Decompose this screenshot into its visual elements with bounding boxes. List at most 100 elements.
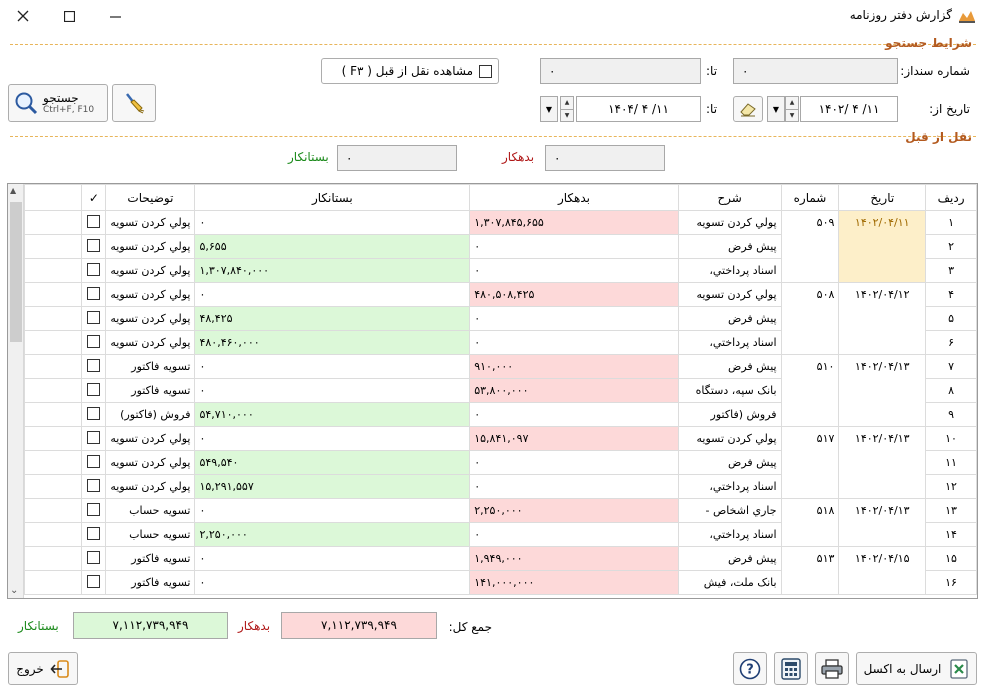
- check-cell[interactable]: [81, 402, 107, 427]
- check-cell[interactable]: [81, 210, 107, 235]
- row-checkbox[interactable]: [87, 262, 101, 276]
- print-button[interactable]: [815, 652, 849, 685]
- row-checkbox[interactable]: [87, 406, 101, 420]
- empty-cell: [23, 378, 83, 403]
- check-cell[interactable]: [81, 522, 107, 547]
- chevron-down-icon[interactable]: ▼: [561, 108, 573, 122]
- row-number-cell: ۱۴: [925, 522, 977, 547]
- chevron-down-icon[interactable]: ▼: [786, 108, 798, 122]
- scrollbar-thumb[interactable]: [10, 202, 22, 342]
- empty-cell: [23, 258, 83, 283]
- row-checkbox[interactable]: [87, 310, 101, 324]
- row-checkbox[interactable]: [87, 334, 101, 348]
- grid-scrollbar[interactable]: ▲ ⌄: [8, 184, 24, 598]
- table-row[interactable]: تسويه فاكتور ۰ ۱,۹۴۹,۰۰۰ پيش فرض ۵۱۳ ۱۴۰۲/۰۴/…: [23, 546, 977, 595]
- check-cell[interactable]: [81, 234, 107, 259]
- row-checkbox[interactable]: [87, 502, 101, 516]
- table-row[interactable]: پولي كردن تسويه ۰ ۱۵,۸۴۱,۰۹۷ پولي كردن تسوي…: [23, 426, 977, 499]
- row-checkbox[interactable]: [87, 550, 101, 564]
- printer-icon: [821, 658, 843, 679]
- check-cell[interactable]: [81, 330, 107, 355]
- date-from-input[interactable]: ۱۴۰۲/ ۴ /۱۱: [800, 96, 898, 122]
- desc-cell: پيش فرض: [677, 234, 782, 259]
- chevron-up-icon[interactable]: ▲: [786, 97, 798, 109]
- date-from-spinner[interactable]: ▲ ▼: [785, 96, 799, 122]
- number-cell: ۵۰۸: [780, 282, 840, 355]
- check-cell[interactable]: [81, 354, 107, 379]
- carry-checkbox[interactable]: [479, 64, 492, 78]
- row-checkbox[interactable]: [87, 454, 101, 468]
- date-to-input[interactable]: ۱۴۰۴/ ۴ /۱۱: [576, 96, 701, 122]
- table-row[interactable]: تسويه فاكتور ۰ ۹۱۰,۰۰۰ پيش فرض ۵۱۰ ۱۴۰۲/۰۴/۱۳…: [23, 354, 977, 427]
- carry-checkbox-toggle[interactable]: مشاهده نقل از قبل ( F۳ ): [321, 58, 499, 84]
- debit-cell: ۱۵,۸۴۱,۰۹۷: [469, 426, 679, 451]
- header-number[interactable]: شماره: [780, 184, 840, 211]
- header-credit[interactable]: بستانکار: [194, 184, 471, 211]
- row-checkbox[interactable]: [87, 214, 101, 228]
- debit-cell: ۰: [469, 258, 679, 283]
- row-checkbox[interactable]: [87, 238, 101, 252]
- svg-text:?: ?: [746, 662, 754, 677]
- check-cell[interactable]: [81, 474, 107, 499]
- help-button[interactable]: ?: [733, 652, 767, 685]
- chevron-up-icon[interactable]: ▲: [10, 186, 16, 195]
- row-checkbox[interactable]: [87, 430, 101, 444]
- date-to-dropdown[interactable]: ▼: [540, 96, 558, 122]
- row-checkbox[interactable]: [87, 286, 101, 300]
- row-checkbox[interactable]: [87, 526, 101, 540]
- total-debit-field: ۷,۱۱۲,۷۳۹,۹۴۹: [281, 612, 437, 639]
- calculator-button[interactable]: [774, 652, 808, 685]
- row-checkbox[interactable]: [87, 478, 101, 492]
- date-to-spinner[interactable]: ▲ ▼: [560, 96, 574, 122]
- check-cell[interactable]: [81, 570, 107, 595]
- header-desc[interactable]: شرح: [677, 184, 782, 211]
- chevron-up-icon[interactable]: ▲: [561, 97, 573, 109]
- close-icon[interactable]: [0, 0, 46, 32]
- exit-button-label: خروج: [16, 661, 44, 676]
- check-cell[interactable]: [81, 450, 107, 475]
- table-row[interactable]: پولي كردن تسويه ۰ ۴۸۰,۵۰۸,۴۲۵ پولي كردن تسو…: [23, 282, 977, 355]
- credit-cell: ۰: [194, 498, 471, 523]
- table-row[interactable]: پولي كردن تسويه ۰ ۱,۳۰۷,۸۴۵,۶۵۵ پولي كردن ت…: [23, 210, 977, 283]
- check-cell[interactable]: [81, 378, 107, 403]
- export-excel-button[interactable]: ارسال به اکسل: [856, 652, 977, 685]
- row-checkbox[interactable]: [87, 358, 101, 372]
- check-cell[interactable]: [81, 546, 107, 571]
- doc-no-to-input[interactable]: ۰: [540, 58, 701, 84]
- desc-cell: بانک سپه، دستگاه: [677, 378, 782, 403]
- header-check[interactable]: ✓: [81, 184, 107, 211]
- header-row[interactable]: ردیف: [925, 184, 977, 211]
- clear-filters-button[interactable]: [112, 84, 156, 122]
- maximize-icon[interactable]: [46, 0, 92, 32]
- doc-no-from-input[interactable]: ۰: [733, 58, 898, 84]
- debit-cell: ۵۳,۸۰۰,۰۰۰: [469, 378, 679, 403]
- chevron-down-icon[interactable]: ⌄: [10, 585, 18, 596]
- check-cell[interactable]: [81, 306, 107, 331]
- check-cell[interactable]: [81, 498, 107, 523]
- table-row[interactable]: تسويه حساب ۰ ۲,۲۵۰,۰۰۰ جاري اشخاص -۵۱۸ ۱۴۰۲/…: [23, 498, 977, 547]
- header-notes[interactable]: توضیحات: [105, 184, 196, 211]
- empty-cell: [23, 354, 83, 379]
- notes-cell: پولي كردن تسويه: [105, 450, 196, 475]
- header-date[interactable]: تاریخ: [838, 184, 927, 211]
- row-number-cell: ۳: [925, 258, 977, 283]
- credit-cell: ۵,۶۵۵: [194, 234, 471, 259]
- check-cell[interactable]: [81, 282, 107, 307]
- clear-date-button[interactable]: [733, 96, 763, 122]
- row-checkbox[interactable]: [87, 382, 101, 396]
- header-debit[interactable]: بدهکار: [469, 184, 679, 211]
- journal-table: ✓ توضیحات بستانکار بدهکار شرح شماره تاری…: [23, 184, 977, 595]
- search-button[interactable]: جستجو Ctrl+F, F10: [8, 84, 108, 122]
- date-from-dropdown[interactable]: ▼: [767, 96, 785, 122]
- desc-cell: پيش فرض: [677, 354, 782, 379]
- broom-icon: [126, 93, 145, 114]
- credit-cell: ۱۵,۲۹۱,۵۵۷: [194, 474, 471, 499]
- minimize-icon[interactable]: [92, 0, 138, 32]
- check-cell[interactable]: [81, 426, 107, 451]
- carry-section-title: نقل از قبل: [905, 130, 972, 144]
- row-checkbox[interactable]: [87, 574, 101, 588]
- debit-cell: ۰: [469, 474, 679, 499]
- exit-button[interactable]: خروج: [8, 652, 78, 685]
- check-cell[interactable]: [81, 258, 107, 283]
- journal-grid[interactable]: ▲ ⌄ ✓ توضیحات بستانکار بدهکار شرح شماره …: [7, 183, 978, 599]
